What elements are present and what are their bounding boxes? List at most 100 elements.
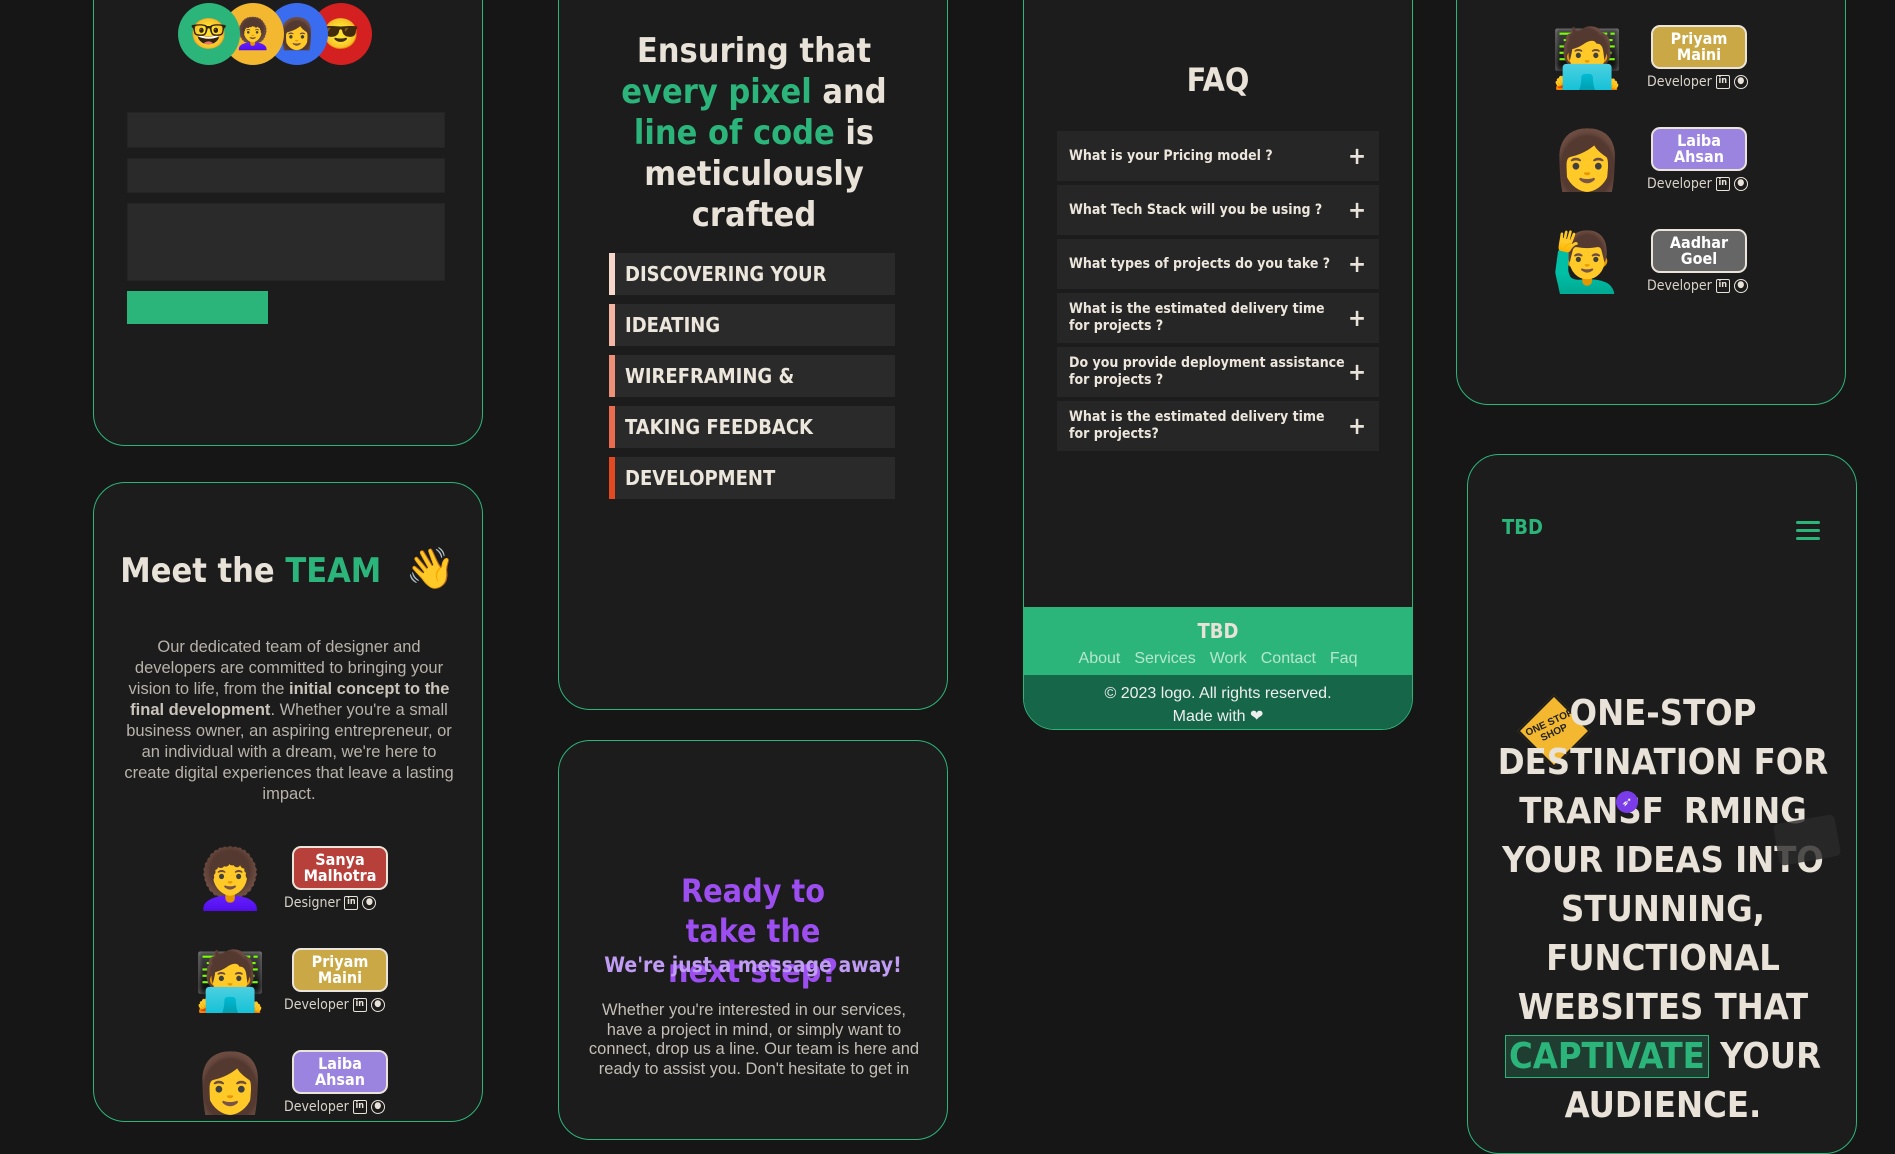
- process-step: TAKING FEEDBACK: [609, 406, 895, 448]
- process-step: DISCOVERING YOUR NEEDS: [609, 253, 895, 328]
- faq-question: What Tech Stack will you be using ?: [1069, 201, 1323, 218]
- cta-description: Whether you're interested in our service…: [588, 1001, 920, 1078]
- footer-link-faq[interactable]: Faq: [1330, 650, 1358, 667]
- team-member: 🧑‍💻 Priyam Maini Developer in ●: [1457, 23, 1845, 103]
- team-card: Meet the TEAM 👋 Our dedicated team of de…: [93, 482, 483, 1122]
- member-role: Developer in ●: [1647, 74, 1748, 90]
- member-role-label: Developer: [1647, 176, 1712, 192]
- memoji-avatar-icon: 👩: [1551, 128, 1624, 193]
- faq-title: FAQ: [1186, 61, 1250, 99]
- hero-card: TBD ONE STOP SHOP ONE-STOP DESTINATION F…: [1467, 454, 1857, 1154]
- rocket-icon: ➶: [1616, 791, 1638, 813]
- member-role-label: Developer: [284, 1099, 349, 1115]
- plus-icon[interactable]: +: [1347, 252, 1367, 276]
- email-input[interactable]: [127, 158, 445, 193]
- footer-logo[interactable]: TBD: [1024, 619, 1412, 643]
- member-role: Designer in ●: [284, 895, 377, 911]
- github-icon[interactable]: ●: [1733, 177, 1748, 191]
- process-title: Ensuring that every pixel and line of co…: [599, 31, 909, 236]
- footer-links: About Services Work Contact Faq: [1024, 650, 1412, 668]
- memoji-avatar-icon: 🙋‍♂️: [1551, 230, 1624, 295]
- process-step: DEVELOPMENT: [609, 457, 895, 499]
- team-member: 🧑‍💻 Priyam Maini Developer in ●: [94, 946, 482, 1026]
- member-role: Developer in ●: [1647, 278, 1748, 294]
- footer-bottom: © 2023 logo. All rights reserved. Made w…: [1024, 675, 1412, 729]
- member-role-label: Developer: [1647, 74, 1712, 90]
- footer-link-about[interactable]: About: [1079, 650, 1121, 667]
- hero-highlight: CAPTIVATE: [1504, 1035, 1709, 1078]
- process-title-accent1: every pixel: [621, 72, 812, 112]
- memoji-avatar-icon: 🧑‍💻: [1551, 26, 1624, 91]
- linkedin-icon[interactable]: in: [352, 998, 367, 1012]
- contact-form-card: 🤓 👩‍🦱 👩 😎: [93, 0, 483, 446]
- github-icon[interactable]: ●: [1733, 75, 1748, 89]
- plus-icon[interactable]: +: [1347, 306, 1367, 330]
- cta-subtitle: We're just a message away!: [604, 953, 902, 977]
- process-title-accent2: line of code: [633, 113, 835, 153]
- made-with-text: Made with ❤: [1172, 708, 1264, 725]
- footer-link-services[interactable]: Services: [1134, 650, 1195, 667]
- team-member: 👩‍🦱 Sanya Malhotra Designer in ●: [94, 844, 482, 924]
- member-role: Developer in ●: [284, 1099, 385, 1115]
- github-icon[interactable]: ●: [362, 896, 377, 910]
- github-icon[interactable]: ●: [370, 1100, 385, 1114]
- memoji-avatar-icon: 👩: [194, 1051, 267, 1116]
- faq-question: What is the estimated delivery time for …: [1069, 409, 1325, 442]
- member-role-label: Developer: [1647, 278, 1712, 294]
- memoji-avatar-icon: 👩‍🦱: [194, 847, 267, 912]
- member-name-badge: Laiba Ahsan: [1651, 127, 1747, 171]
- faq-item[interactable]: What types of projects do you take ? +: [1057, 239, 1379, 289]
- faq-question: What is your Pricing model ?: [1069, 147, 1273, 164]
- footer: TBD About Services Work Contact Faq: [1024, 607, 1412, 675]
- plus-icon[interactable]: +: [1347, 198, 1367, 222]
- footer-link-contact[interactable]: Contact: [1261, 650, 1316, 667]
- team-title: Meet the TEAM 👋: [94, 545, 482, 592]
- team-description: Our dedicated team of designer and devel…: [124, 637, 454, 805]
- linkedin-icon[interactable]: in: [1715, 177, 1730, 191]
- member-name-badge: Priyam Maini: [292, 948, 388, 992]
- plus-icon[interactable]: +: [1347, 414, 1367, 438]
- team-member: 👩 Laiba Ahsan Developer in ●: [1457, 125, 1845, 205]
- member-name-badge: Aadhar Goel: [1651, 229, 1747, 273]
- faq-item[interactable]: Do you provide deployment assistance for…: [1057, 347, 1379, 397]
- member-name-badge: Priyam Maini: [1651, 25, 1747, 69]
- linkedin-icon[interactable]: in: [352, 1100, 367, 1114]
- faq-item[interactable]: What is your Pricing model ? +: [1057, 131, 1379, 181]
- linkedin-icon[interactable]: in: [1715, 75, 1730, 89]
- team-card-right: 🧑‍💻 Priyam Maini Developer in ● 👩 Laiba Ahsan D…: [1456, 0, 1846, 405]
- github-icon[interactable]: ●: [1733, 279, 1748, 293]
- github-icon[interactable]: ●: [370, 998, 385, 1012]
- footer-link-work[interactable]: Work: [1210, 650, 1247, 667]
- member-role-label: Developer: [284, 997, 349, 1013]
- linkedin-icon[interactable]: in: [344, 896, 359, 910]
- member-role-label: Designer: [284, 895, 341, 911]
- waving-hand-icon: 👋: [405, 546, 456, 592]
- hamburger-menu-icon[interactable]: [1796, 521, 1820, 545]
- plus-icon[interactable]: +: [1347, 360, 1367, 384]
- plus-icon[interactable]: +: [1347, 144, 1367, 168]
- memoji-avatar-icon: 🧑‍💻: [194, 949, 267, 1014]
- hero-logo[interactable]: TBD: [1502, 515, 1543, 539]
- faq-card: FAQ What is your Pricing model ? + What Te…: [1023, 0, 1413, 730]
- name-input[interactable]: [127, 112, 445, 148]
- faq-item[interactable]: What Tech Stack will you be using ? +: [1057, 185, 1379, 235]
- hero-headline: ONE-STOP DESTINATION FOR TRANSF RMING YOU…: [1488, 689, 1838, 1130]
- member-name-badge: Sanya Malhotra: [292, 846, 388, 890]
- team-title-accent: TEAM: [285, 551, 382, 591]
- message-textarea[interactable]: [127, 203, 445, 281]
- copyright-text: © 2023 logo. All rights reserved.: [1104, 685, 1332, 702]
- avatar-group: 🤓 👩‍🦱 👩 😎: [178, 3, 408, 65]
- team-title-pre: Meet the: [120, 551, 286, 591]
- process-title-part1: Ensuring that: [636, 31, 872, 71]
- faq-item[interactable]: What is the estimated delivery time for …: [1057, 293, 1379, 343]
- member-role: Developer in ●: [284, 997, 385, 1013]
- team-member: 🙋‍♂️ Aadhar Goel Developer in ●: [1457, 227, 1845, 307]
- faq-question: What is the estimated delivery time for …: [1069, 301, 1325, 334]
- linkedin-icon[interactable]: in: [1715, 279, 1730, 293]
- cta-card: Ready to take the next step? We're just …: [558, 740, 948, 1140]
- process-step: IDEATING: [609, 304, 895, 346]
- faq-question: Do you provide deployment assistance for…: [1069, 355, 1345, 388]
- team-member: 👩 Laiba Ahsan Developer in ●: [94, 1048, 482, 1121]
- submit-button[interactable]: [127, 291, 268, 324]
- faq-item[interactable]: What is the estimated delivery time for …: [1057, 401, 1379, 451]
